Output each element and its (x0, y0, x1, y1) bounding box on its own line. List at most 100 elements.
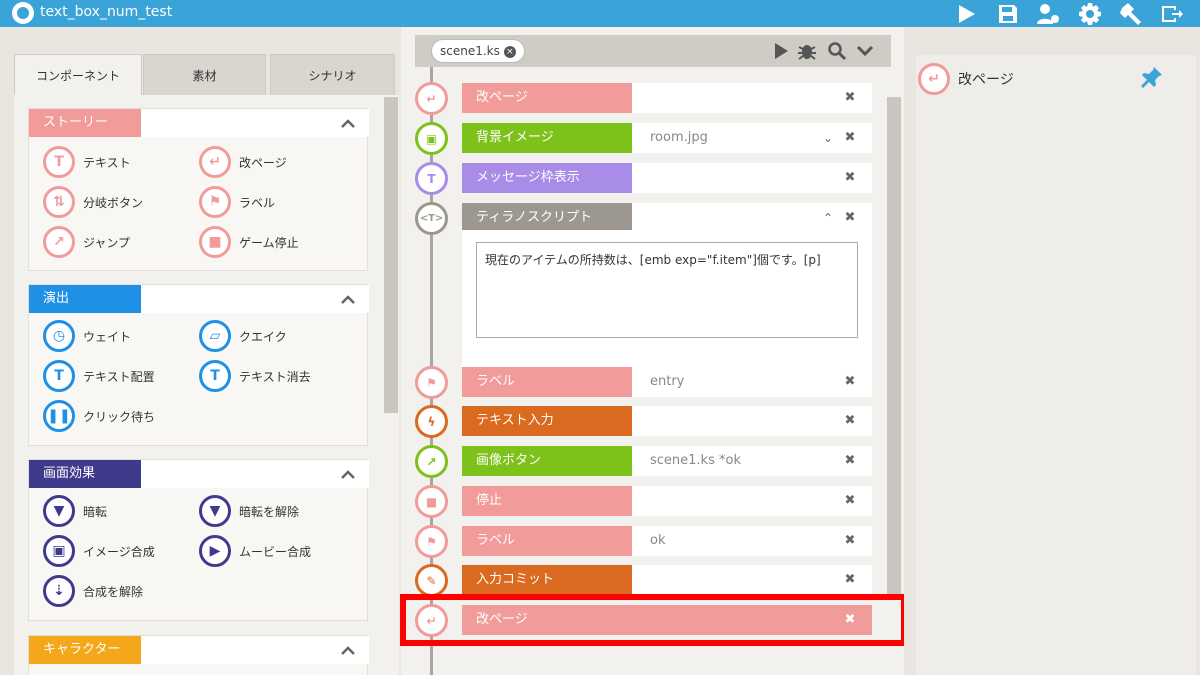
chevron-up-icon[interactable]: ⌃ (821, 210, 835, 226)
left-scrollbar[interactable] (384, 97, 398, 413)
group-direction: 演出 ◷ ウェイト ▱ クエイク T テキスト配置 T テキスト消去 ❚❚ クリ… (28, 284, 369, 446)
component-game-stop[interactable]: ■ ゲーム停止 (199, 225, 299, 259)
component-list: ストーリー T テキスト ↵ 改ページ ⇅ 分岐ボタン ⚑ ラベル ↗ ジャンプ (14, 95, 399, 675)
tab-materials[interactable]: 素材 (143, 54, 266, 96)
component-jump[interactable]: ↗ ジャンプ (43, 225, 130, 259)
chevron-up-icon[interactable] (341, 116, 355, 130)
component-text-clear[interactable]: T テキスト消去 (199, 359, 311, 393)
delete-icon[interactable]: ✖ (842, 170, 858, 186)
component-click-wait[interactable]: ❚❚ クリック待ち (43, 399, 155, 433)
tag-label: 入力コミット (462, 565, 632, 595)
tag-label: 背景イメージ (462, 123, 632, 153)
save-icon[interactable] (993, 0, 1023, 27)
close-icon[interactable]: × (503, 45, 516, 58)
component-label[interactable]: ⚑ ラベル (199, 185, 275, 219)
gear-icon[interactable] (1075, 0, 1105, 27)
play-icon[interactable] (951, 0, 981, 27)
file-tab-label: scene1.ks (440, 44, 500, 58)
component-branch-button[interactable]: ⇅ 分岐ボタン (43, 185, 143, 219)
hammer-icon[interactable] (1116, 0, 1146, 27)
chevron-down-icon[interactable] (855, 41, 875, 61)
bug-icon[interactable] (797, 41, 817, 61)
return-icon: ↵ (415, 82, 448, 115)
component-label: テキスト消去 (239, 369, 311, 384)
properties-title: 改ページ (958, 72, 1014, 88)
component-composite-release[interactable]: ⇣ 合成を解除 (43, 574, 143, 608)
delete-icon[interactable]: ✖ (842, 130, 858, 146)
tag-row[interactable]: ⚑ ラベル ok ✖ (401, 525, 887, 558)
stop-icon: ■ (415, 485, 448, 518)
component-movie-composite[interactable]: ▶ ムービー合成 (199, 534, 311, 568)
flag-icon: ⚑ (199, 186, 231, 218)
tag-row[interactable]: T メッセージ枠表示 ✖ (401, 162, 887, 195)
component-label: ラベル (239, 195, 276, 210)
delete-icon[interactable]: ✖ (842, 572, 858, 588)
delete-icon[interactable]: ✖ (842, 210, 858, 226)
exit-icon[interactable] (1157, 0, 1187, 27)
delete-icon[interactable]: ✖ (842, 413, 858, 429)
component-image-composite[interactable]: ▣ イメージ合成 (43, 534, 155, 568)
text-clear-icon: T (199, 360, 231, 392)
message-window-icon: T (415, 162, 448, 195)
tag-value (632, 406, 872, 436)
tag-row[interactable]: ↵ 改ページ ✖ (401, 82, 887, 115)
play-icon[interactable] (771, 41, 791, 61)
tag-label: 改ページ (462, 83, 632, 113)
chevron-up-icon[interactable] (341, 292, 355, 306)
delete-icon[interactable]: ✖ (842, 374, 858, 390)
component-label: ジャンプ (83, 235, 131, 250)
group-story: ストーリー T テキスト ↵ 改ページ ⇅ 分岐ボタン ⚑ ラベル ↗ ジャンプ (28, 108, 369, 271)
tag-row[interactable]: ↗ 画像ボタン scene1.ks *ok ✖ (401, 445, 887, 478)
group-screen-effect: 画面効果 ▼ 暗転 ▼ 暗転を解除 ▣ イメージ合成 ▶ ムービー合成 ⇣ 合成… (28, 459, 369, 621)
tag-value: entry (632, 367, 872, 397)
tag-row[interactable]: ▣ 背景イメージ room.jpg ⌄ ✖ (401, 122, 887, 155)
group-header[interactable]: 画面効果 (29, 460, 369, 488)
component-text-position[interactable]: T テキスト配置 (43, 359, 155, 393)
group-label: キャラクター (29, 636, 141, 664)
file-tab[interactable]: scene1.ks × (431, 39, 525, 63)
component-label: 合成を解除 (83, 584, 144, 599)
component-label: テキスト配置 (83, 369, 155, 384)
tag-label: 停止 (462, 486, 632, 516)
group-header[interactable]: 演出 (29, 285, 369, 313)
tab-scenario[interactable]: シナリオ (270, 54, 395, 96)
chevron-up-icon[interactable] (341, 467, 355, 481)
search-icon[interactable] (827, 41, 847, 61)
tag-row[interactable]: ⚑ ラベル entry ✖ (401, 366, 887, 399)
component-blackout[interactable]: ▼ 暗転 (43, 494, 107, 528)
delete-icon[interactable]: ✖ (842, 453, 858, 469)
properties-panel: ↵ 改ページ (904, 27, 1200, 675)
chevron-down-icon[interactable]: ⌄ (821, 130, 835, 146)
pin-icon[interactable] (1140, 65, 1164, 89)
script-textarea[interactable]: 現在のアイテムの所持数は、[emb exp="f.item"]個です。[p] (476, 242, 858, 338)
delete-icon[interactable]: ✖ (842, 493, 858, 509)
delete-icon[interactable]: ✖ (842, 90, 858, 106)
delete-icon[interactable]: ✖ (842, 533, 858, 549)
user-settings-icon[interactable] (1033, 0, 1063, 27)
component-blackout-release[interactable]: ▼ 暗転を解除 (199, 494, 299, 528)
center-scrollbar[interactable] (887, 97, 901, 597)
tag-label: 画像ボタン (462, 446, 632, 476)
tab-components[interactable]: コンポーネント (14, 54, 142, 96)
tag-value (632, 486, 872, 516)
tag-row[interactable]: ϟ テキスト入力 ✖ (401, 405, 887, 438)
component-wait[interactable]: ◷ ウェイト (43, 319, 131, 353)
component-quake[interactable]: ▱ クエイク (199, 319, 287, 353)
tag-value (632, 203, 872, 233)
chevron-up-icon[interactable] (341, 643, 355, 657)
component-text[interactable]: T テキスト (43, 145, 131, 179)
group-label: 画面効果 (29, 460, 141, 488)
component-label: ウェイト (83, 329, 132, 344)
group-header[interactable]: ストーリー (29, 109, 369, 137)
component-page-break[interactable]: ↵ 改ページ (199, 145, 287, 179)
top-bar: text_box_num_test (0, 0, 1200, 27)
branch-icon: ⇅ (43, 186, 75, 218)
tag-row[interactable]: ■ 停止 ✖ (401, 485, 887, 518)
tag-row[interactable]: <T> ティラノスクリプト ⌃ ✖ (401, 202, 887, 235)
group-header[interactable]: キャラクター (29, 636, 369, 664)
component-panel: コンポーネント 素材 シナリオ ストーリー T テキスト ↵ 改ページ ⇅ 分岐… (14, 54, 399, 675)
lightning-icon: ϟ (415, 405, 448, 438)
tag-row[interactable]: ✎ 入力コミット ✖ (401, 564, 887, 597)
group-label: ストーリー (29, 109, 141, 137)
pause-icon: ❚❚ (43, 400, 75, 432)
